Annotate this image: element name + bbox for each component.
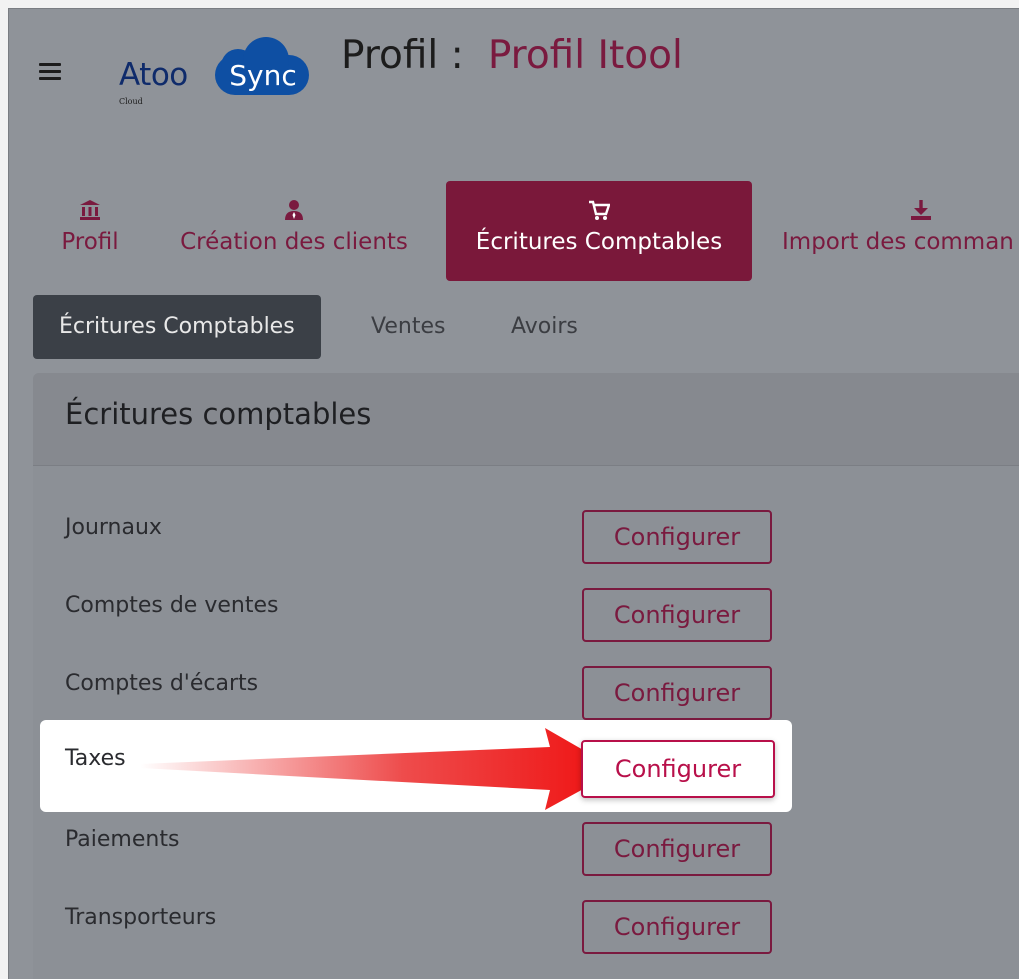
configure-comptes-ventes-button[interactable]: Configurer (582, 588, 772, 642)
logo-sync-text: Sync (229, 59, 297, 92)
bank-icon (80, 200, 100, 220)
row-label-transporteurs: Transporteurs (65, 905, 217, 930)
cart-icon (589, 200, 610, 220)
profile-name: Profil Itool (487, 33, 683, 78)
row-label-taxes: Taxes (65, 746, 126, 771)
user-tie-icon (285, 200, 303, 220)
tab-profil[interactable]: Profil (49, 181, 131, 281)
tab-creation-clients[interactable]: Création des clients (169, 181, 419, 281)
subtab-ventes[interactable]: Ventes (371, 295, 445, 359)
configure-journaux-button[interactable]: Configurer (582, 510, 772, 564)
app-window: Atoo Sync Cloud Profil : Profil Itool Pro… (8, 8, 1019, 979)
ecritures-card: Écritures comptables Journaux Configurer… (33, 373, 1019, 979)
tab-label: Import des comman (782, 229, 1014, 255)
tab-import-commandes[interactable]: Import des comman (782, 181, 1019, 281)
configure-transporteurs-button[interactable]: Configurer (582, 900, 772, 954)
configure-taxes-button[interactable]: Configurer (581, 740, 775, 798)
configure-comptes-ecarts-button[interactable]: Configurer (582, 666, 772, 720)
configure-paiements-button[interactable]: Configurer (582, 822, 772, 876)
menu-icon[interactable] (39, 63, 61, 80)
card-header: Écritures comptables (33, 373, 1019, 466)
logo-subtext: Cloud (119, 97, 143, 106)
row-label-journaux: Journaux (65, 515, 162, 540)
tab-label: Création des clients (180, 229, 408, 255)
cloud-logo-shape: Sync (205, 37, 317, 97)
subtab-ecritures-comptables[interactable]: Écritures Comptables (33, 295, 321, 359)
highlighted-row-taxes: Taxes Configurer (40, 720, 792, 812)
pointer-arrow-icon (140, 728, 618, 810)
tab-label: Profil (61, 229, 119, 255)
download-icon (911, 200, 931, 220)
tab-label: Écritures Comptables (475, 229, 723, 255)
page-title-prefix: Profil : (341, 33, 464, 78)
subtab-avoirs[interactable]: Avoirs (511, 295, 578, 359)
row-label-comptes-ventes: Comptes de ventes (65, 593, 279, 618)
row-label-comptes-ecarts: Comptes d'écarts (65, 671, 259, 696)
atoosync-logo[interactable]: Atoo Sync Cloud (119, 29, 319, 106)
tab-ecritures-comptables[interactable]: Écritures Comptables (446, 181, 752, 281)
row-label-paiements: Paiements (65, 827, 180, 852)
page-title: Profil : Profil Itool (341, 33, 683, 78)
logo-text: Atoo (119, 57, 188, 93)
card-title: Écritures comptables (65, 397, 372, 431)
